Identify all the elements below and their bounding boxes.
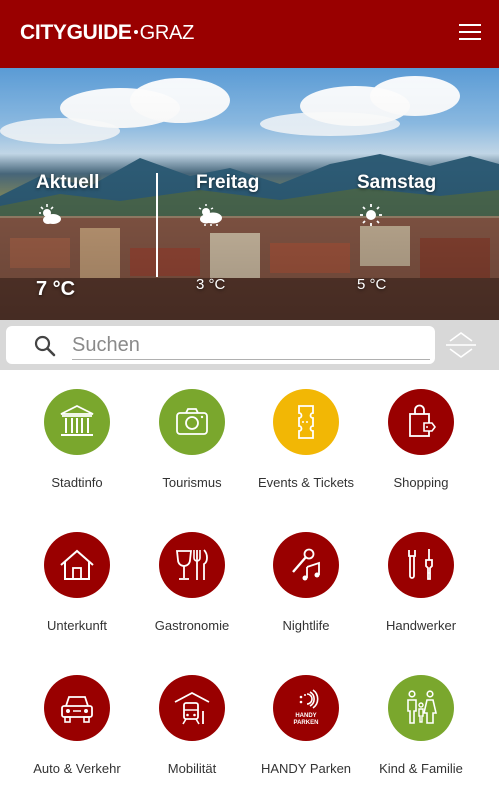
weather-divider [156,173,158,277]
microphone-music-icon [292,548,320,581]
collapse-toggle-icon[interactable] [444,329,478,361]
category-circle: HANDY PARKEN [273,675,339,741]
weather-temp: 3 °C [196,276,226,293]
tram-icon [174,691,210,725]
weather-day2: Freitag 3 °C [196,172,260,293]
category-handwerker[interactable]: Handwerker [361,532,481,633]
family-icon [407,690,438,724]
weather-current: Aktuell 7 °C [36,172,100,300]
building-icon [60,404,94,436]
app-logo[interactable]: CITYGUIDE GRAZ [20,21,194,45]
category-mobilitaet[interactable]: Mobilität [132,675,252,776]
hamburger-menu-icon[interactable] [459,24,481,42]
category-circle [159,532,225,598]
weather-day3: Samstag 5 °C [357,172,437,293]
category-circle [388,389,454,455]
cloudy-icon [198,204,222,226]
handy-parken-icon: HANDY PARKEN [294,689,319,726]
category-label: Events & Tickets [257,475,355,490]
category-label: Unterkunft [47,618,107,633]
app-header: CITYGUIDE GRAZ [0,0,499,68]
category-label: Handwerker [385,618,457,633]
category-label: Mobilität [167,761,217,776]
car-icon [61,696,93,723]
category-circle [44,675,110,741]
category-label: Shopping [393,475,449,490]
category-gastronomie[interactable]: Gastronomie [132,532,252,633]
category-circle [273,532,339,598]
search-box [6,326,435,364]
category-label: Gastronomie [154,618,230,633]
glass-cutlery-icon [175,549,208,580]
camera-icon [176,408,208,435]
weather-day: Freitag [196,172,260,193]
category-events[interactable]: Events & Tickets [246,389,366,490]
shopping-bag-icon [409,404,436,437]
category-kind-familie[interactable]: Kind & Familie [361,675,481,776]
category-circle [159,675,225,741]
logo-graz: GRAZ [139,22,195,44]
category-label: HANDY Parken [260,761,352,776]
house-icon [60,549,94,580]
category-shopping[interactable]: Shopping [361,389,481,490]
category-unterkunft[interactable]: Unterkunft [17,532,137,633]
category-circle [159,389,225,455]
category-stadtinfo[interactable]: Stadtinfo [17,389,137,490]
sun-icon [360,204,382,226]
search-input[interactable] [72,332,430,360]
weather-day: Samstag [357,172,437,193]
category-label: Tourismus [162,475,222,490]
category-auto[interactable]: Auto & Verkehr [17,675,137,776]
weather-temp: 7 °C [36,278,76,300]
category-tourismus[interactable]: Tourismus [132,389,252,490]
category-handy-parken[interactable]: HANDY PARKEN HANDY Parken [246,675,366,776]
parken-text: PARKEN [294,720,319,726]
category-nightlife[interactable]: Nightlife [246,532,366,633]
category-circle [273,389,339,455]
search-icon[interactable] [34,335,56,357]
category-circle [44,532,110,598]
category-label: Stadtinfo [51,475,103,490]
weather-temp: 5 °C [357,276,387,293]
logo-city: CITYGUIDE [20,21,132,44]
category-circle [388,532,454,598]
tools-icon [408,549,433,580]
partly-cloudy-icon [39,204,61,224]
logo-dot [133,29,138,34]
category-label: Kind & Familie [379,761,463,776]
category-label: Auto & Verkehr [33,761,121,776]
category-label: Nightlife [282,618,330,633]
weather-day: Aktuell [36,172,100,193]
handy-text: HANDY [295,713,316,719]
category-circle [388,675,454,741]
ticket-icon [298,405,314,439]
category-circle [44,389,110,455]
search-bar [0,320,499,370]
category-grid: Stadtinfo Tourismus Events & Tickets Sho… [0,370,499,800]
